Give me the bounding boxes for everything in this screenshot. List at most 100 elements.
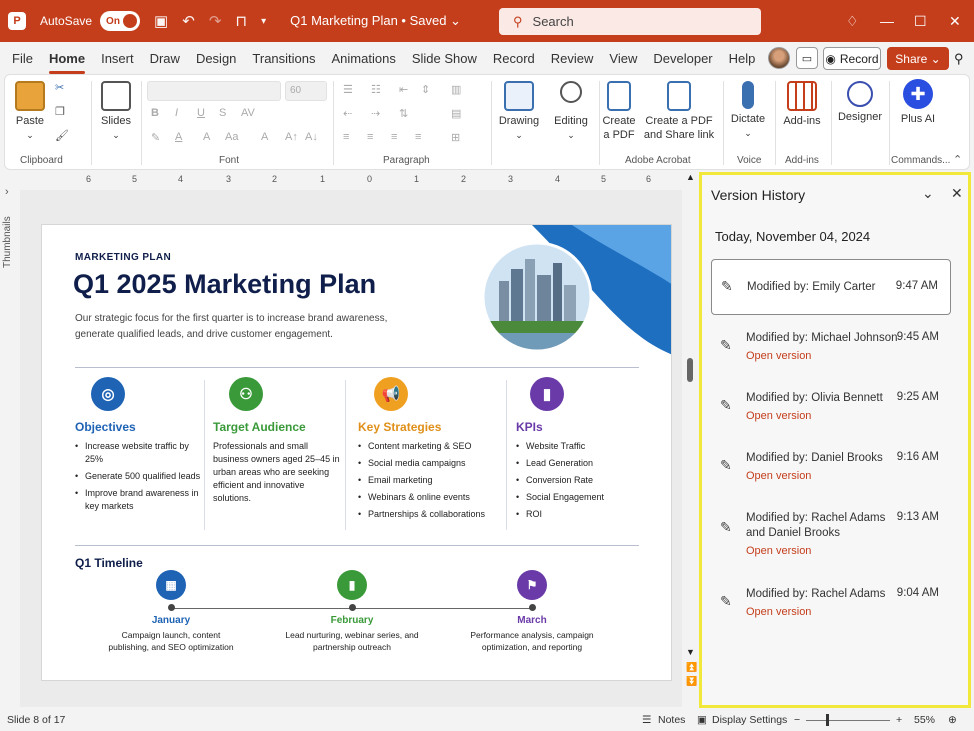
align-center-icon[interactable]: ≡	[367, 131, 373, 143]
pane-options-icon[interactable]: ⌄	[922, 185, 934, 202]
display-settings-icon[interactable]: ▣	[697, 714, 707, 726]
zoom-in-icon[interactable]: +	[896, 714, 902, 726]
slides-button[interactable]: Slides ⌄	[99, 81, 133, 142]
tab-review[interactable]: Review	[543, 51, 602, 66]
tab-design[interactable]: Design	[188, 51, 244, 66]
tab-help[interactable]: Help	[721, 51, 764, 66]
minimize-icon[interactable]: —	[880, 0, 894, 42]
shadow-icon[interactable]: A	[203, 131, 210, 143]
format-painter-icon[interactable]: 🖌	[55, 129, 69, 142]
bullets-icon[interactable]: ☰	[343, 83, 353, 96]
notes-button[interactable]: Notes	[658, 714, 685, 726]
tab-transitions[interactable]: Transitions	[244, 51, 323, 66]
copy-icon[interactable]: ❐	[55, 105, 65, 118]
scroll-thumb[interactable]	[687, 358, 693, 382]
underline-icon[interactable]: U	[197, 107, 205, 119]
version-item[interactable]: ✎ Modified by: Emily Carter 9:47 AM	[711, 259, 951, 315]
ribbon-options-icon[interactable]: ⚲	[954, 51, 964, 67]
tab-animations[interactable]: Animations	[324, 51, 404, 66]
autosave-toggle[interactable]: On	[100, 11, 141, 31]
next-slide-icon[interactable]: ⏬	[686, 676, 697, 687]
thumbnails-label[interactable]: Thumbnails	[2, 208, 13, 268]
collapse-ribbon-icon[interactable]: ⌃	[953, 153, 962, 166]
vertical-scrollbar[interactable]: ▲ ▼ ⏫ ⏬	[684, 172, 697, 692]
previous-slide-icon[interactable]: ⏫	[686, 662, 697, 673]
align-text-icon[interactable]: ▤	[451, 107, 461, 120]
change-case-icon[interactable]: Aa	[225, 131, 238, 143]
shrink-font-icon[interactable]: A↓	[305, 131, 318, 143]
designer-button[interactable]: Designer	[835, 81, 885, 124]
close-window-icon[interactable]: ✕	[949, 0, 961, 42]
bold-icon[interactable]: B	[151, 107, 159, 119]
grow-font-icon[interactable]: A↑	[285, 131, 298, 143]
italic-icon[interactable]: I	[175, 107, 178, 119]
text-direction-icon[interactable]: ⇅	[399, 107, 408, 120]
open-version-link[interactable]: Open version	[746, 606, 811, 618]
slide[interactable]: MARKETING PLAN Q1 2025 Marketing Plan Ou…	[41, 224, 672, 681]
expand-thumbnails-icon[interactable]: ›	[5, 186, 9, 198]
document-title[interactable]: Q1 Marketing Plan • Saved ⌄	[290, 13, 461, 29]
decrease-indent-icon[interactable]: ⇠	[343, 107, 352, 120]
font-size-dropdown[interactable]: 60	[285, 81, 327, 101]
share-button[interactable]: Share ⌄	[887, 47, 949, 70]
present-icon[interactable]: ⊓	[235, 12, 247, 30]
numbering-icon[interactable]: ☷	[371, 83, 381, 96]
display-settings-button[interactable]: Display Settings	[712, 714, 787, 726]
notes-icon[interactable]: ☰	[642, 714, 651, 726]
justify-icon[interactable]: ≡	[415, 131, 421, 143]
align-right-icon[interactable]: ≡	[391, 131, 397, 143]
smartart-icon[interactable]: ⊞	[451, 131, 460, 144]
version-item[interactable]: ✎ Modified by: Michael Johnson 9:45 AM O…	[711, 325, 951, 375]
search-box[interactable]: ⚲ Search	[499, 8, 761, 35]
increase-indent-icon[interactable]: ⇢	[371, 107, 380, 120]
zoom-level[interactable]: 55%	[914, 714, 935, 726]
customize-toolbar-icon[interactable]: ▾	[261, 16, 266, 27]
editing-button[interactable]: Editing ⌄	[549, 81, 593, 142]
undo-icon[interactable]: ↶	[182, 12, 195, 30]
avatar[interactable]	[768, 47, 790, 69]
indent-icon[interactable]: ⇤	[399, 83, 408, 96]
version-item[interactable]: ✎ Modified by: Olivia Bennett 9:25 AM Op…	[711, 385, 951, 435]
create-pdf-button[interactable]: Create a PDF	[601, 81, 637, 142]
record-button[interactable]: ◉ Record	[823, 47, 881, 70]
tab-insert[interactable]: Insert	[93, 51, 142, 66]
dictate-button[interactable]: Dictate ⌄	[727, 81, 769, 140]
clear-format-icon[interactable]: A	[261, 131, 268, 143]
open-version-link[interactable]: Open version	[746, 545, 811, 557]
close-pane-icon[interactable]: ✕	[951, 185, 963, 202]
create-pdf-share-button[interactable]: Create a PDF and Share link	[643, 81, 715, 142]
tab-draw[interactable]: Draw	[142, 51, 188, 66]
comments-button[interactable]: ▭	[796, 47, 818, 69]
lightbulb-icon[interactable]: ♢	[846, 0, 859, 42]
fit-to-window-icon[interactable]: ⊕	[948, 714, 957, 726]
plus-ai-button[interactable]: ✚ Plus AI	[897, 79, 939, 126]
font-family-dropdown[interactable]	[147, 81, 281, 101]
version-item[interactable]: ✎ Modified by: Rachel Adams and Daniel B…	[711, 505, 951, 571]
zoom-out-icon[interactable]: −	[794, 714, 800, 726]
strikethrough-icon[interactable]: S	[219, 107, 226, 119]
open-version-link[interactable]: Open version	[746, 410, 811, 422]
tab-developer[interactable]: Developer	[645, 51, 720, 66]
drawing-button[interactable]: Drawing ⌄	[497, 81, 541, 142]
tab-slide-show[interactable]: Slide Show	[404, 51, 485, 66]
redo-icon[interactable]: ↷	[209, 12, 222, 30]
highlight-icon[interactable]: ✎	[151, 131, 160, 144]
line-spacing-icon[interactable]: ⇕	[421, 83, 430, 96]
tab-file[interactable]: File	[4, 51, 41, 66]
addins-button[interactable]: Add-ins	[779, 81, 825, 128]
maximize-icon[interactable]: ☐	[914, 0, 927, 42]
save-icon[interactable]: ▣	[154, 12, 168, 30]
tab-record[interactable]: Record	[485, 51, 543, 66]
scroll-down-icon[interactable]: ▼	[686, 647, 695, 657]
cut-icon[interactable]: ✂	[55, 81, 64, 94]
align-left-icon[interactable]: ≡	[343, 131, 349, 143]
open-version-link[interactable]: Open version	[746, 350, 811, 362]
version-item[interactable]: ✎ Modified by: Daniel Brooks 9:16 AM Ope…	[711, 445, 951, 495]
version-item[interactable]: ✎ Modified by: Rachel Adams 9:04 AM Open…	[711, 581, 951, 631]
tab-home[interactable]: Home	[41, 51, 93, 74]
columns-icon[interactable]: ▥	[451, 83, 461, 96]
paste-button[interactable]: Paste ⌄	[13, 81, 47, 142]
open-version-link[interactable]: Open version	[746, 470, 811, 482]
spacing-icon[interactable]: AV	[241, 107, 255, 119]
tab-view[interactable]: View	[601, 51, 645, 66]
